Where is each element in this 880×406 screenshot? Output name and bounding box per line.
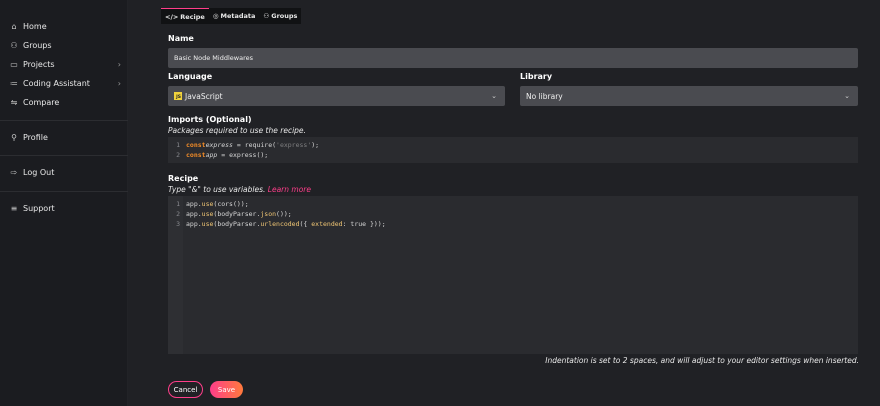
logout-icon: ⇨ [10,167,18,177]
chevron-down-icon: ⌄ [491,92,497,100]
library-label: Library [520,72,553,81]
javascript-logo-icon: JS [174,92,182,100]
sidebar-item-label: Projects [23,59,55,69]
sidebar-item-label: Log Out [23,167,55,177]
sidebar-item-logout[interactable]: ⇨ Log Out [9,165,121,179]
profile-icon: ⚲ [11,132,17,142]
tab-groups[interactable]: ⚇ Groups [259,8,301,24]
chevron-right-icon: › [117,78,121,88]
language-select-value: JavaScript [185,91,223,101]
support-icon: ≡ [10,203,18,213]
name-label: Name [168,34,194,43]
sidebar-item-label: Support [23,203,55,213]
groups-icon: ⚇ [263,12,270,20]
home-icon: ⌂ [11,21,17,31]
sidebar-item-compare[interactable]: ⇋ Compare [9,95,121,109]
library-select-value: No library [526,91,563,101]
tab-label: Metadata [220,12,256,20]
sidebar-item-label: Compare [23,97,60,107]
sidebar-item-label: Profile [23,132,48,142]
recipe-editor: </> Recipe ◎ Metadata ⚇ Groups Name Basi… [128,0,880,406]
sidebar-item-label: Coding Assistant [23,78,90,88]
sidebar-item-projects[interactable]: ▭ Projects › [9,57,121,71]
library-select[interactable]: No library ⌄ [520,86,858,106]
tab-metadata[interactable]: ◎ Metadata [209,8,260,24]
line-number: 2 [176,151,180,159]
sidebar-divider [0,120,128,121]
imports-code-editor[interactable]: 1 const express = require('express'); 2 co… [168,137,858,163]
language-select[interactable]: JS JavaScript ⌄ [168,86,505,106]
list-icon: ≔ [10,78,18,88]
sidebar-item-label: Home [23,21,47,31]
indentation-note: Indentation is set to 2 spaces, and will… [545,356,859,365]
tab-label: Groups [271,12,298,20]
metadata-icon: ◎ [212,12,219,20]
name-input[interactable]: Basic Node Middlewares [168,48,858,68]
sidebar-divider [0,155,128,156]
sidebar-item-coding-assistant[interactable]: ≔ Coding Assistant › [9,76,121,90]
cancel-button[interactable]: Cancel [168,381,203,398]
recipe-code-editor[interactable]: 1 app. use (cors()); 2 app. use (bodyParser. js… [168,196,858,354]
code-line: 3 app. use (bodyParser. urlencoded({ extende… [168,220,386,236]
learn-more-link[interactable]: Learn more [268,185,311,194]
sidebar-item-home[interactable]: ⌂ Home [9,19,121,33]
save-button[interactable]: Save [210,381,243,398]
imports-help-text: Packages required to use the recipe. [168,126,306,135]
tab-recipe[interactable]: </> Recipe [161,8,209,24]
code-icon: </> [165,12,179,21]
tab-label: Recipe [180,12,205,21]
imports-label: Imports (Optional) [168,115,252,124]
chevron-down-icon: ⌄ [844,92,850,100]
chevron-right-icon: › [117,59,121,69]
sidebar-item-profile[interactable]: ⚲ Profile [9,130,121,144]
recipe-label: Recipe [168,174,199,183]
groups-icon: ⚇ [10,40,18,50]
recipe-help-text: Type "&" to use variables. Learn more [168,185,311,194]
sidebar-item-support[interactable]: ≡ Support [9,201,121,215]
tab-bar: </> Recipe ◎ Metadata ⚇ Groups [161,8,302,24]
line-number: 3 [176,220,180,228]
code-line: 2 const app = express(); [168,151,268,167]
sidebar-item-label: Groups [23,40,52,50]
sidebar: ⌂ Home ⚇ Groups ▭ Projects › ≔ Coding As… [0,0,128,406]
sidebar-divider [0,191,128,192]
projects-icon: ▭ [10,59,18,69]
name-input-value: Basic Node Middlewares [174,54,253,62]
sidebar-item-groups[interactable]: ⚇ Groups [9,38,121,52]
compare-icon: ⇋ [10,97,18,107]
recipe-help-label: Type "&" to use variables. [168,185,266,194]
language-label: Language [168,72,213,81]
